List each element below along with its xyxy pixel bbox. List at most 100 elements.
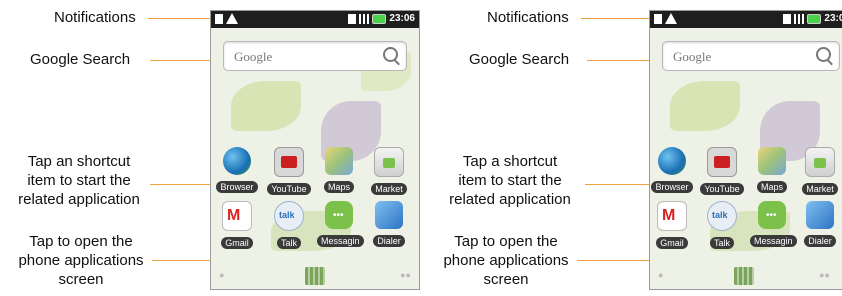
maps-icon — [758, 147, 786, 175]
gmail-envelope-icon: M — [222, 201, 252, 231]
sim-icon — [783, 13, 792, 24]
callout-shortcut-line3: related application — [18, 191, 140, 208]
google-search-label: Google — [673, 49, 712, 64]
app-market[interactable]: Market — [367, 147, 411, 197]
leader-notifications — [581, 18, 651, 19]
leader-notifications — [148, 18, 210, 19]
message-bubble-icon: ••• — [325, 201, 353, 229]
google-search-bar[interactable]: Google — [223, 41, 407, 71]
wallpaper-leaf — [231, 81, 301, 131]
app-youtube[interactable]: YouTube — [700, 147, 744, 197]
globe-icon — [223, 147, 251, 175]
search-icon[interactable] — [383, 47, 398, 62]
callout-apps-screen: Tap to open the phone applications scree… — [6, 232, 156, 289]
youtube-icon — [274, 147, 304, 177]
app-dialer[interactable]: Dialer — [367, 201, 411, 249]
app-label: Market — [802, 183, 838, 195]
status-time: 23:06 — [389, 13, 415, 24]
app-drawer-handle[interactable] — [734, 267, 754, 285]
app-label: Dialer — [373, 235, 405, 247]
app-label: Maps — [756, 181, 787, 193]
home-screen-indicator-right: ●● — [400, 270, 411, 280]
app-browser[interactable]: Browser — [215, 147, 259, 195]
app-label: Messagin — [317, 235, 364, 247]
callout-apps-line1: Tap to open the — [29, 233, 133, 250]
callout-google-search: Google Search — [30, 51, 131, 68]
callout-shortcut-line1: Tap an shortcut — [27, 153, 131, 170]
app-maps[interactable]: Maps — [317, 147, 361, 195]
maps-icon — [325, 147, 353, 175]
callout-shortcut-line3: related application — [449, 191, 571, 208]
diagram-panel-left: Notifications Google Search Tap an short… — [0, 0, 421, 296]
signal-icon — [359, 13, 370, 24]
app-label: Messagin — [750, 235, 797, 247]
warning-icon — [665, 13, 677, 24]
app-label: Market — [371, 183, 407, 195]
wallpaper-leaf — [670, 81, 740, 131]
app-drawer-handle[interactable] — [305, 267, 325, 285]
app-youtube[interactable]: YouTube — [267, 147, 311, 197]
talk-bubble-icon: talk — [274, 201, 304, 231]
globe-icon — [658, 147, 686, 175]
status-bar[interactable]: 23:06 — [650, 11, 842, 28]
callout-apps-screen: Tap to open the phone applications scree… — [431, 232, 581, 289]
status-time: 23:06 — [824, 13, 842, 24]
app-maps[interactable]: Maps — [750, 147, 794, 195]
app-label: Gmail — [221, 237, 253, 249]
app-market[interactable]: Market — [798, 147, 842, 197]
app-messaging[interactable]: ••• Messagin — [750, 201, 797, 249]
leader-google-search — [587, 60, 651, 61]
talk-bubble-icon: talk — [707, 201, 737, 231]
callout-apps-line3: screen — [58, 271, 104, 288]
market-bag-icon — [805, 147, 835, 177]
leader-shortcut — [150, 184, 212, 185]
app-label: Gmail — [656, 237, 688, 249]
home-screen-indicator-right: ●● — [819, 270, 830, 280]
leader-shortcut — [585, 184, 651, 185]
message-bubble-icon: ••• — [758, 201, 786, 229]
callout-google-search: Google Search — [469, 51, 570, 68]
app-label: Dialer — [804, 235, 836, 247]
app-browser[interactable]: Browser — [650, 147, 694, 195]
search-icon[interactable] — [816, 47, 831, 62]
sd-card-icon — [654, 13, 662, 24]
phone-handset-icon — [375, 201, 403, 229]
app-label: Talk — [709, 237, 734, 249]
google-search-label: Google — [234, 49, 273, 64]
market-bag-icon — [374, 147, 404, 177]
youtube-icon — [707, 147, 737, 177]
callout-shortcut-line1: Tap a shortcut — [462, 153, 558, 170]
battery-icon — [807, 13, 822, 24]
callout-notifications: Notifications — [487, 9, 569, 26]
app-label: YouTube — [267, 183, 311, 195]
home-screen-indicator-left: ● — [219, 270, 225, 280]
battery-icon — [372, 13, 387, 24]
sd-card-icon — [215, 13, 223, 24]
sim-icon — [348, 13, 357, 24]
callout-apps-line2: phone applications — [18, 252, 144, 269]
callout-shortcut: Tap a shortcut item to start the related… — [435, 152, 585, 209]
app-label: YouTube — [700, 183, 744, 195]
app-label: Talk — [276, 237, 301, 249]
app-gmail[interactable]: M Gmail — [650, 201, 694, 251]
signal-icon — [794, 13, 805, 24]
phone-handset-icon — [806, 201, 834, 229]
phone-home-screen: 23:06 Google Browser YouTube Maps Market… — [649, 10, 842, 290]
gmail-envelope-icon: M — [657, 201, 687, 231]
warning-icon — [226, 13, 238, 24]
app-dialer[interactable]: Dialer — [798, 201, 842, 249]
app-messaging[interactable]: ••• Messagin — [317, 201, 364, 249]
app-label: Maps — [323, 181, 354, 193]
callout-notifications: Notifications — [54, 9, 136, 26]
app-talk[interactable]: talk Talk — [700, 201, 744, 251]
status-bar[interactable]: 23:06 — [211, 11, 419, 28]
app-gmail[interactable]: M Gmail — [215, 201, 259, 251]
diagram-panel-right: Notifications Google Search Tap a shortc… — [421, 0, 842, 296]
callout-shortcut: Tap an shortcut item to start the relate… — [4, 152, 154, 209]
callout-apps-line2: phone applications — [443, 252, 569, 269]
phone-home-screen: 23:06 Google Browser YouTube Maps Market… — [210, 10, 420, 290]
google-search-bar[interactable]: Google — [662, 41, 840, 71]
app-talk[interactable]: talk Talk — [267, 201, 311, 251]
app-label: Browser — [651, 181, 693, 193]
home-screen-indicator-left: ● — [658, 270, 664, 280]
